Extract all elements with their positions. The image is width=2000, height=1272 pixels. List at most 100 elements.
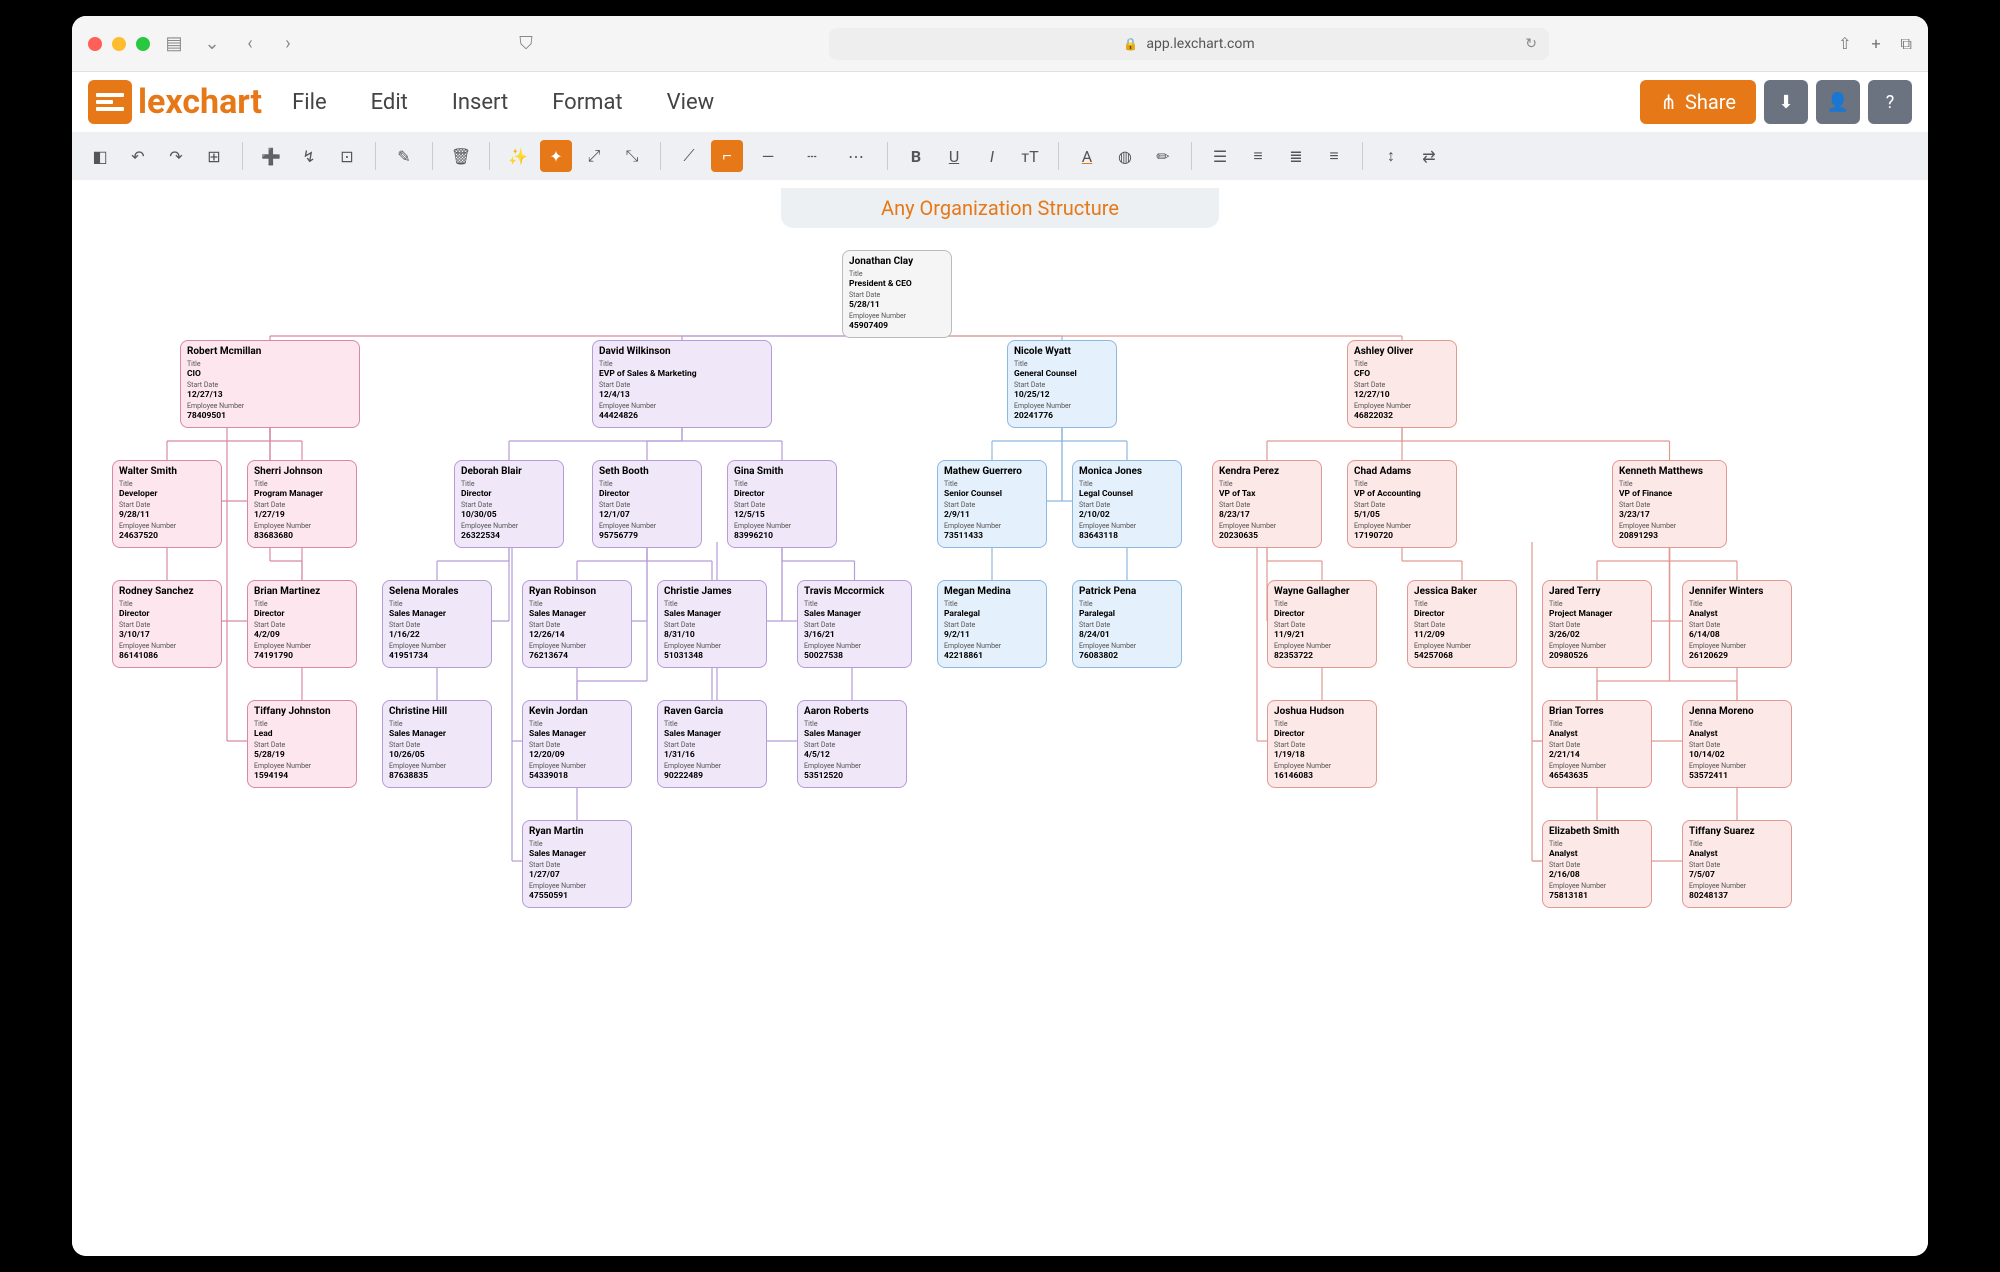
sort-vertical-icon[interactable]: ↕ (1375, 140, 1407, 172)
org-node[interactable]: Jenna MorenoTitleAnalystStart Date10/14/… (1682, 700, 1792, 788)
italic-icon[interactable]: I (976, 140, 1008, 172)
swap-icon[interactable]: ⇄ (1413, 140, 1445, 172)
sidebar-toggle-icon[interactable]: ▤ (160, 30, 188, 58)
border-color-icon[interactable]: ✏ (1147, 140, 1179, 172)
toolbar: ◧ ↶ ↷ ⊞ ➕ ↯ ⊡ ✎ 🗑 ✨ ✦ ⤢ ⤡ ⟋ ⌐ — ┄ ⋯ B U … (72, 132, 1928, 180)
expand-icon[interactable]: ⤢ (578, 140, 610, 172)
org-node[interactable]: Tiffany JohnstonTitleLeadStart Date5/28/… (247, 700, 357, 788)
address-bar[interactable]: 🔒 app.lexchart.com ↻ (829, 28, 1549, 60)
org-node[interactable]: Ashley OliverTitleCFOStart Date12/27/10E… (1347, 340, 1457, 428)
org-node[interactable]: David WilkinsonTitleEVP of Sales & Marke… (592, 340, 772, 428)
share-label: Share (1685, 90, 1736, 114)
lock-icon: 🔒 (1123, 37, 1138, 51)
org-node[interactable]: Deborah BlairTitleDirectorStart Date10/3… (454, 460, 564, 548)
tabs-icon[interactable]: ⧉ (1901, 34, 1912, 54)
panel-toggle-icon[interactable]: ◧ (84, 140, 116, 172)
logo-icon (88, 80, 132, 124)
connector-icon[interactable]: ↯ (293, 140, 325, 172)
delete-icon[interactable]: 🗑 (445, 140, 477, 172)
add-node-icon[interactable]: ➕ (255, 140, 287, 172)
line-dashed-icon[interactable]: ┄ (793, 140, 831, 172)
menu-edit[interactable]: Edit (371, 90, 408, 115)
new-tab-icon[interactable]: + (1871, 34, 1880, 54)
underline-icon[interactable]: U (938, 140, 970, 172)
org-node[interactable]: Brian MartinezTitleDirectorStart Date4/2… (247, 580, 357, 668)
org-node[interactable]: Joshua HudsonTitleDirectorStart Date1/19… (1267, 700, 1377, 788)
maximize-window-icon[interactable] (136, 37, 150, 51)
logo[interactable]: lexchart (88, 80, 262, 124)
org-node[interactable]: Jennifer WintersTitleAnalystStart Date6/… (1682, 580, 1792, 668)
collapse-icon[interactable]: ⤡ (616, 140, 648, 172)
share-button[interactable]: ⋔ Share (1640, 80, 1756, 124)
text-size-icon[interactable]: тT (1014, 140, 1046, 172)
forward-icon[interactable]: › (274, 30, 302, 58)
org-node[interactable]: Sherri JohnsonTitleProgram ManagerStart … (247, 460, 357, 548)
layout-mode-icon[interactable]: ☰ (1204, 140, 1236, 172)
org-node[interactable]: Gina SmithTitleDirectorStart Date12/5/15… (727, 460, 837, 548)
download-button[interactable]: ⬇ (1764, 80, 1808, 124)
org-node[interactable]: Kevin JordanTitleSales ManagerStart Date… (522, 700, 632, 788)
org-node[interactable]: Chad AdamsTitleVP of AccountingStart Dat… (1347, 460, 1457, 548)
curve-line-icon[interactable]: ⟋ (673, 140, 705, 172)
org-node[interactable]: Ryan RobinsonTitleSales ManagerStart Dat… (522, 580, 632, 668)
line-solid-icon[interactable]: — (749, 140, 787, 172)
org-node[interactable]: Megan MedinaTitleParalegalStart Date9/2/… (937, 580, 1047, 668)
edit-icon[interactable]: ✎ (388, 140, 420, 172)
org-node[interactable]: Robert McmillanTitleCIOStart Date12/27/1… (180, 340, 360, 428)
fill-color-icon[interactable]: ◍ (1109, 140, 1141, 172)
user-button[interactable]: 👤 (1816, 80, 1860, 124)
redo-icon[interactable]: ↷ (160, 140, 192, 172)
org-node[interactable]: Travis MccormickTitleSales ManagerStart … (797, 580, 912, 668)
org-node[interactable]: Kenneth MatthewsTitleVP of FinanceStart … (1612, 460, 1727, 548)
org-node[interactable]: Jared TerryTitleProject ManagerStart Dat… (1542, 580, 1652, 668)
share-icon[interactable]: ⇧ (1838, 34, 1851, 54)
org-node[interactable]: Ryan MartinTitleSales ManagerStart Date1… (522, 820, 632, 908)
auto-layout-icon[interactable]: ✦ (540, 140, 572, 172)
line-dotted-icon[interactable]: ⋯ (837, 140, 875, 172)
text-box-icon[interactable]: ⊡ (331, 140, 363, 172)
org-node[interactable]: Aaron RobertsTitleSales ManagerStart Dat… (797, 700, 907, 788)
back-icon[interactable]: ‹ (236, 30, 264, 58)
browser-chrome: ▤ ⌄ ‹ › ⛉ 🔒 app.lexchart.com ↻ ⇧ + ⧉ (72, 16, 1928, 72)
bold-icon[interactable]: B (900, 140, 932, 172)
share-network-icon: ⋔ (1660, 90, 1677, 114)
org-node[interactable]: Wayne GallagherTitleDirectorStart Date11… (1267, 580, 1377, 668)
reload-icon[interactable]: ↻ (1525, 36, 1537, 52)
align-left-icon[interactable]: ≡ (1242, 140, 1274, 172)
magic-wand-icon[interactable]: ✨ (502, 140, 534, 172)
org-node[interactable]: Selena MoralesTitleSales ManagerStart Da… (382, 580, 492, 668)
org-node[interactable]: Christie JamesTitleSales ManagerStart Da… (657, 580, 767, 668)
minimize-window-icon[interactable] (112, 37, 126, 51)
org-node[interactable]: Raven GarciaTitleSales ManagerStart Date… (657, 700, 767, 788)
align-center-icon[interactable]: ≣ (1280, 140, 1312, 172)
help-button[interactable]: ? (1868, 80, 1912, 124)
org-node[interactable]: Jessica BakerTitleDirectorStart Date11/2… (1407, 580, 1517, 668)
org-node[interactable]: Patrick PenaTitleParalegalStart Date8/24… (1072, 580, 1182, 668)
browser-window: ▤ ⌄ ‹ › ⛉ 🔒 app.lexchart.com ↻ ⇧ + ⧉ lex… (72, 16, 1928, 1256)
close-window-icon[interactable] (88, 37, 102, 51)
dropdown-icon[interactable]: ⌄ (198, 30, 226, 58)
menu-file[interactable]: File (292, 90, 327, 115)
menu-view[interactable]: View (667, 90, 715, 115)
elbow-line-icon[interactable]: ⌐ (711, 140, 743, 172)
undo-icon[interactable]: ↶ (122, 140, 154, 172)
align-right-icon[interactable]: ≡ (1318, 140, 1350, 172)
org-node[interactable]: Monica JonesTitleLegal CounselStart Date… (1072, 460, 1182, 548)
canvas[interactable]: Any Organization Structure Jonathan Clay… (72, 180, 1928, 1256)
org-node[interactable]: Brian TorresTitleAnalystStart Date2/21/1… (1542, 700, 1652, 788)
menu-format[interactable]: Format (552, 90, 622, 115)
org-node[interactable]: Elizabeth SmithTitleAnalystStart Date2/1… (1542, 820, 1652, 908)
org-node[interactable]: Jonathan ClayTitlePresident & CEOStart D… (842, 250, 952, 338)
org-node[interactable]: Nicole WyattTitleGeneral CounselStart Da… (1007, 340, 1117, 428)
shield-icon[interactable]: ⛉ (512, 30, 540, 58)
org-node[interactable]: Seth BoothTitleDirectorStart Date12/1/07… (592, 460, 702, 548)
org-node[interactable]: Tiffany SuarezTitleAnalystStart Date7/5/… (1682, 820, 1792, 908)
menu-insert[interactable]: Insert (452, 90, 508, 115)
org-node[interactable]: Walter SmithTitleDeveloperStart Date9/28… (112, 460, 222, 548)
text-color-icon[interactable]: A (1071, 140, 1103, 172)
org-node[interactable]: Christine HillTitleSales ManagerStart Da… (382, 700, 492, 788)
org-node[interactable]: Rodney SanchezTitleDirectorStart Date3/1… (112, 580, 222, 668)
org-node[interactable]: Mathew GuerreroTitleSenior CounselStart … (937, 460, 1047, 548)
grid-icon[interactable]: ⊞ (198, 140, 230, 172)
org-node[interactable]: Kendra PerezTitleVP of TaxStart Date8/23… (1212, 460, 1322, 548)
